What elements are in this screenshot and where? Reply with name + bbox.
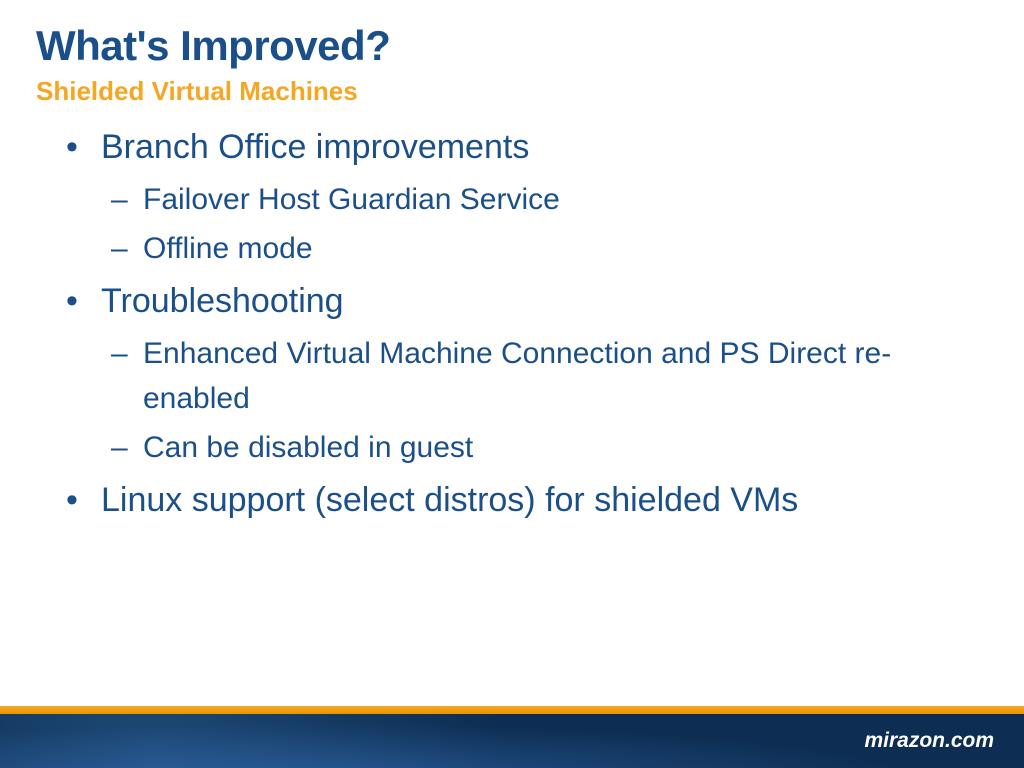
- footer-site: mirazon.com: [864, 729, 994, 753]
- slide-content: What's Improved? Shielded Virtual Machin…: [0, 0, 1024, 524]
- bullet-item: Linux support (select distros) for shiel…: [66, 478, 988, 524]
- sub-bullet-item: Offline mode: [101, 226, 988, 271]
- sub-bullet-item: Failover Host Guardian Service: [101, 177, 988, 222]
- bullet-item: Branch Office improvements Failover Host…: [66, 125, 988, 271]
- sub-bullet-item: Can be disabled in guest: [101, 425, 988, 470]
- slide-title: What's Improved?: [36, 22, 988, 70]
- bullet-list: Branch Office improvements Failover Host…: [36, 125, 988, 524]
- footer-bar: mirazon.com: [0, 714, 1024, 768]
- sub-list: Enhanced Virtual Machine Connection and …: [101, 331, 988, 470]
- slide-footer: mirazon.com: [0, 706, 1024, 768]
- sub-bullet-item: Enhanced Virtual Machine Connection and …: [101, 331, 988, 421]
- bullet-text: Troubleshooting: [101, 282, 344, 320]
- bullet-text: Linux support (select distros) for shiel…: [101, 481, 798, 519]
- bullet-text: Branch Office improvements: [101, 128, 529, 166]
- sub-list: Failover Host Guardian Service Offline m…: [101, 177, 988, 271]
- footer-accent-bar: [0, 706, 1024, 714]
- slide-subtitle: Shielded Virtual Machines: [36, 76, 988, 107]
- bullet-item: Troubleshooting Enhanced Virtual Machine…: [66, 279, 988, 470]
